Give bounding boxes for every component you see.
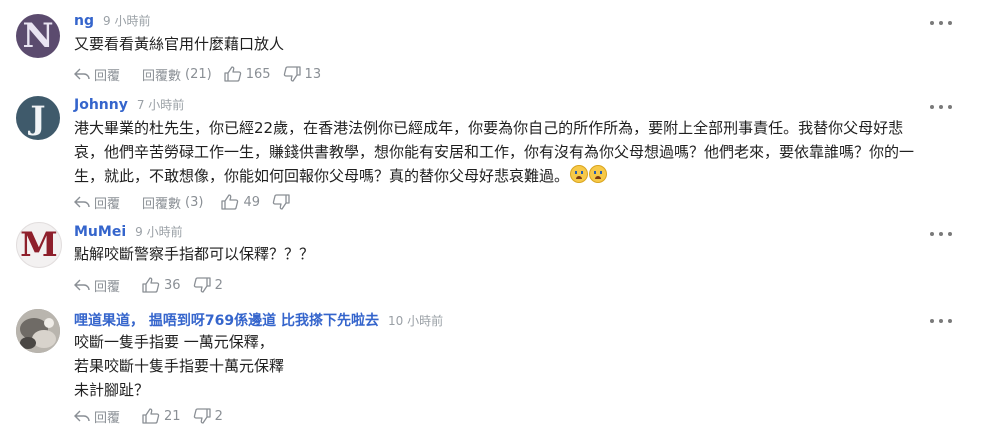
thumbs-down-icon [272,194,290,210]
like-button[interactable]: 36 [142,277,181,293]
avatar[interactable]: J [16,96,60,140]
reply-button[interactable]: 回覆 [74,407,120,426]
thumbs-up-icon [224,66,241,82]
more-options-icon[interactable] [930,18,952,28]
reply-label: 回覆 [94,196,121,212]
comment-text: 點解咬斷警察手指都可以保釋？？？ [74,242,964,266]
reply-button[interactable]: 回覆 [74,65,120,84]
author-name[interactable]: MuMei [74,224,126,240]
replies-count: (21) [185,66,212,82]
like-count: 36 [164,277,181,293]
comment-actions: 回覆 36 2 [74,276,223,295]
avatar[interactable]: M [16,222,62,268]
comment-text: 港大畢業的杜先生，你已經22歲，在香港法例你已經成年，你要為你自己的所作所為，要… [74,116,964,188]
more-options-icon[interactable] [930,102,952,112]
dislike-button[interactable]: 2 [193,277,223,293]
reply-label: 回覆 [94,68,121,84]
more-options-icon[interactable] [930,316,952,326]
reply-label: 回覆 [94,279,121,295]
replies-label: 回覆數 [142,196,182,212]
profile-photo [16,309,60,353]
comment-actions: 回覆 21 2 [74,407,223,426]
thumbs-down-icon [283,66,301,82]
timestamp: 7 小時前 [136,98,185,112]
comment-line: 生，就此，不敢想像，你能如何回報你父母嗎？真的替你父母好悲哀難過。 [74,164,964,188]
thumbs-down-icon [193,408,211,424]
reply-button[interactable]: 回覆 [74,193,120,212]
comment-text: 咬斷一隻手指要 一萬元保釋， 若果咬斷十隻手指要十萬元保釋 未計腳趾？ [74,330,964,402]
thumbs-up-icon [221,194,239,210]
like-count: 165 [245,66,271,82]
reply-arrow-icon [74,196,90,208]
comment-header: ng 9 小時前 [74,12,150,30]
avatar-letter: M [20,225,58,265]
view-replies-button[interactable]: 回覆數 (21) [142,65,212,84]
comment-header: MuMei 9 小時前 [74,223,183,241]
comment-line: 咬斷一隻手指要 一萬元保釋， [74,333,274,351]
dislike-count: 2 [214,408,223,424]
avatar[interactable]: N [16,14,60,58]
timestamp: 10 小時前 [387,314,444,328]
dislike-button[interactable] [272,194,290,210]
author-name[interactable]: Johnny [74,97,128,113]
comment-actions: 回覆 回覆數 (3) 49 [74,193,290,212]
author-name[interactable]: 哩道果道， 揾唔到呀769係邊道 比我搽下先啦去 [74,310,379,330]
dislike-count: 13 [304,66,322,82]
view-replies-button[interactable]: 回覆數 (3) [142,193,203,212]
author-name[interactable]: ng [74,13,94,29]
comment-line: 又要看看黃絲官用什麼藉口放人 [74,35,285,53]
reply-label: 回覆 [94,410,121,426]
like-count: 21 [164,408,181,424]
reply-button[interactable]: 回覆 [74,276,120,295]
comment-line: 點解咬斷警察手指都可以保釋？？？ [74,245,315,263]
crying-face-emoji [589,165,608,183]
dislike-button[interactable]: 2 [193,408,223,424]
dislike-button[interactable]: 13 [283,66,322,82]
comment-line: 港大畢業的杜先生，你已經22歲，在香港法例你已經成年，你要為你自己的所作所為，要… [74,119,904,137]
comment-line-text: 生，就此，不敢想像，你能如何回報你父母嗎？真的替你父母好悲哀難過。 [74,167,570,185]
comment-header: 哩道果道， 揾唔到呀769係邊道 比我搽下先啦去 10 小時前 [74,310,444,330]
like-count: 49 [243,194,260,210]
comment-line: 若果咬斷十隻手指要十萬元保釋 [74,357,285,375]
crying-face-emoji [570,165,589,183]
like-button[interactable]: 21 [142,408,181,424]
like-button[interactable]: 49 [221,194,260,210]
like-button[interactable]: 165 [224,66,271,82]
comment-actions: 回覆 回覆數 (21) 165 13 [74,65,322,84]
timestamp: 9 小時前 [135,225,183,239]
reply-arrow-icon [74,279,90,291]
comment-line: 未計腳趾？ [74,381,150,399]
replies-label: 回覆數 [142,68,182,84]
avatar[interactable] [16,309,60,353]
more-options-icon[interactable] [930,229,952,239]
avatar-letter: N [22,16,54,56]
thumbs-up-icon [142,277,160,293]
reply-arrow-icon [74,68,90,80]
thumbs-up-icon [142,408,160,424]
reply-arrow-icon [74,410,90,422]
comment-line: 哀，他們辛苦勞碌工作一生，賺錢供書教學，想你能有安居和工作，你有沒有為你父母想過… [74,143,915,161]
timestamp: 9 小時前 [103,14,151,28]
dislike-count: 2 [214,277,223,293]
avatar-letter: J [30,99,46,137]
thumbs-down-icon [193,277,211,293]
comment-header: Johnny 7 小時前 [74,96,184,114]
comment-text: 又要看看黃絲官用什麼藉口放人 [74,32,964,56]
replies-count: (3) [185,194,204,210]
